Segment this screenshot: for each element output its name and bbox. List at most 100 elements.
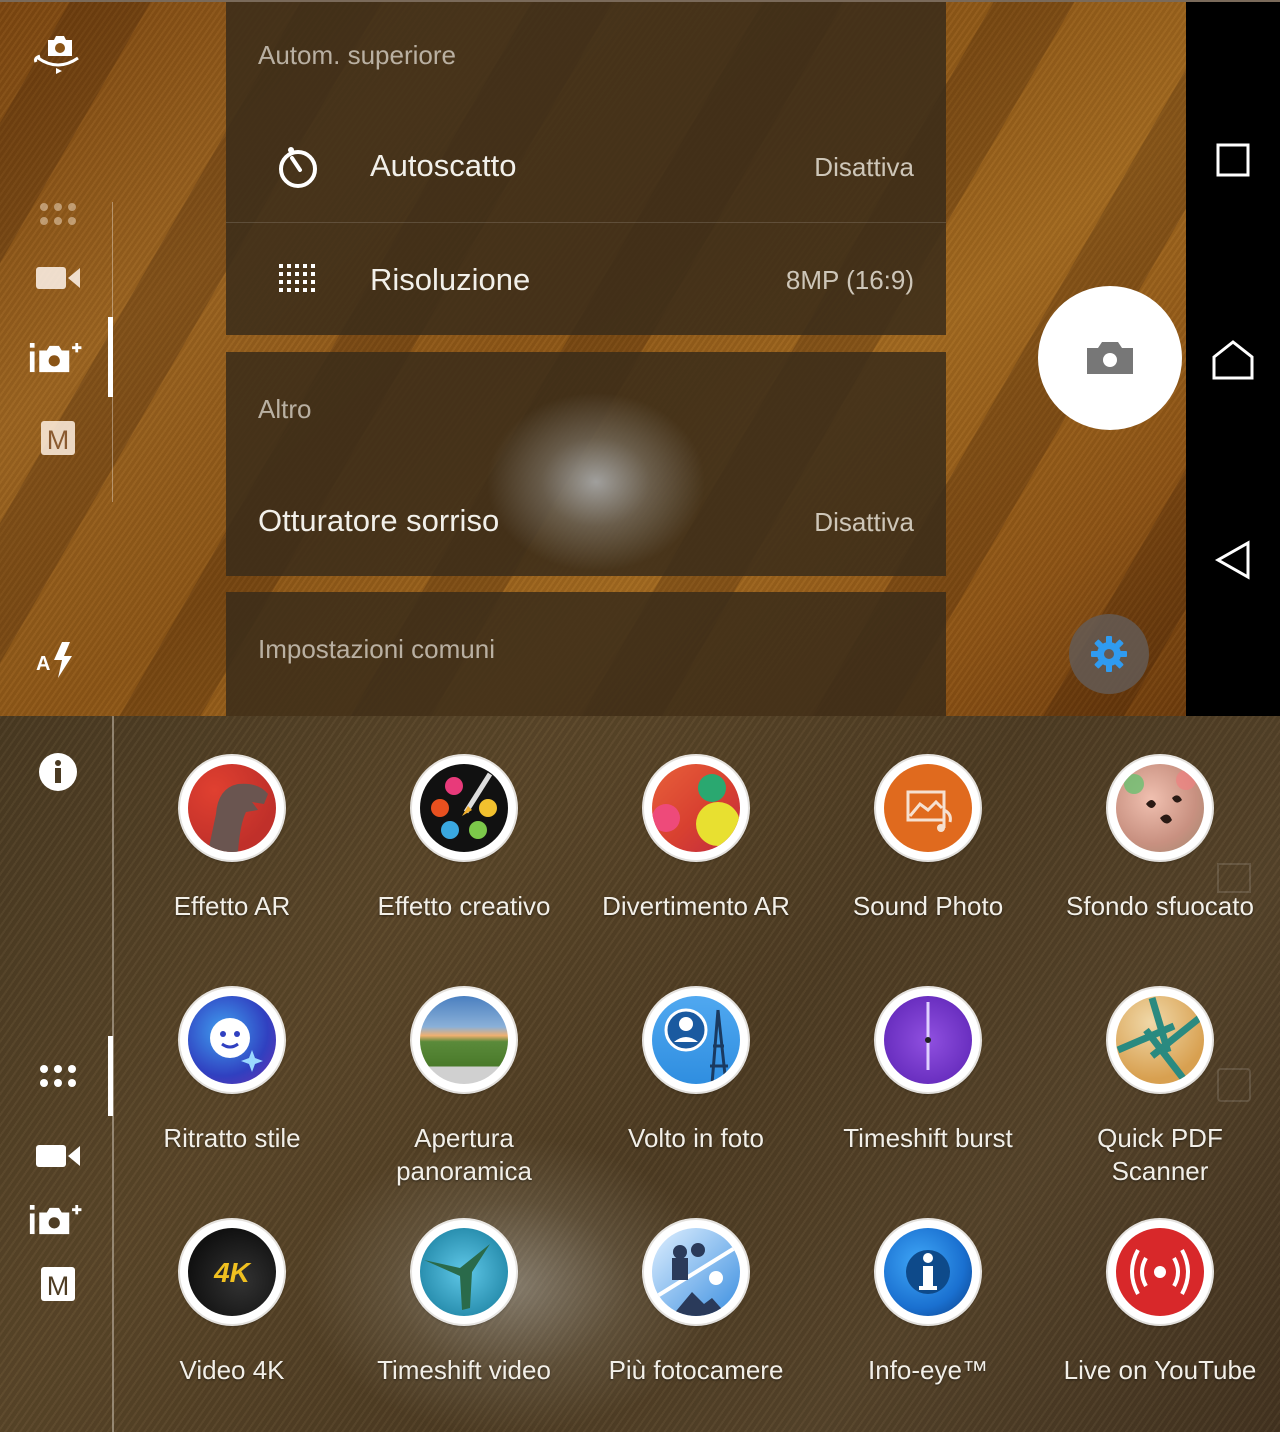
camera-app-sound-photo[interactable]: Sound Photo (812, 756, 1044, 923)
app-grid-button[interactable] (28, 1054, 88, 1098)
background-defocus-icon (1108, 756, 1212, 860)
settings-section-common[interactable]: Impostazioni comuni (226, 592, 946, 716)
flash-auto-button[interactable]: A (28, 638, 88, 682)
app-label: Video 4K (179, 1355, 285, 1385)
app-icon-artwork (652, 1228, 740, 1316)
app-label: Divertimento AR (602, 891, 790, 921)
video-icon (36, 267, 80, 289)
recents-button[interactable] (1186, 125, 1280, 195)
app-label: Sound Photo (852, 891, 1004, 921)
camera-app-pi-fotocamere[interactable]: Più fotocamere (580, 1220, 812, 1387)
app-icon-artwork (1116, 1228, 1204, 1316)
manual-mode-icon: M (41, 421, 75, 455)
resolution-icon (274, 255, 322, 303)
settings-section-superior-auto: Autom. superiore Autoscatto Disattiva Ri… (226, 2, 946, 335)
app-label-line: Apertura (414, 1123, 514, 1153)
sweep-panorama-icon (412, 988, 516, 1092)
manual-mode-button[interactable]: M (28, 1262, 88, 1306)
setting-label: Autoscatto (370, 148, 517, 183)
app-grid-icon (40, 1065, 76, 1087)
camera-icon (1087, 342, 1133, 374)
setting-value: 8MP (16:9) (785, 265, 914, 295)
app-label: Ritratto stile (163, 1123, 301, 1153)
app-label: Apertura panoramica (396, 1122, 532, 1188)
app-label: Più fotocamere (608, 1355, 784, 1385)
camera-app-effetto-creativo[interactable]: Effetto creativo (348, 756, 580, 923)
superior-auto-mode-button[interactable] (28, 336, 88, 380)
svg-text:M: M (47, 1271, 70, 1301)
camera-app-divertimento-ar[interactable]: Divertimento AR (580, 756, 812, 923)
svg-text:4K: 4K (213, 1257, 252, 1288)
flash-auto-icon: A (36, 642, 72, 678)
app-grid-icon (40, 203, 76, 225)
superior-auto-mode-button[interactable] (28, 1198, 88, 1242)
camera-app-sfondo-sfuocato[interactable]: Sfondo sfuocato (1044, 756, 1276, 923)
app-icon-artwork (1116, 764, 1204, 852)
app-icon-artwork (884, 1228, 972, 1316)
section-title: Altro (258, 394, 312, 424)
app-grid-button[interactable] (28, 192, 88, 236)
app-label: Effetto AR (173, 891, 291, 921)
setting-label: Risoluzione (370, 262, 531, 297)
app-label: Info-eye™ (868, 1355, 988, 1385)
recents-icon (1216, 143, 1250, 177)
app-icon-artwork (884, 764, 972, 852)
superior-auto-icon (29, 1205, 82, 1235)
switch-camera-button[interactable] (28, 32, 88, 76)
camera-app-ritratto-stile[interactable]: Ritratto stile (116, 988, 348, 1155)
settings-section-other: Altro Otturatore sorriso Disattiva (226, 352, 946, 576)
camera-app-timeshift-video[interactable]: Timeshift video (348, 1220, 580, 1387)
home-icon (1212, 340, 1254, 380)
app-icon-artwork (420, 764, 508, 852)
app-label-line: Quick PDF (1097, 1123, 1223, 1153)
app-label: Volto in foto (628, 1123, 764, 1153)
svg-text:M: M (47, 425, 70, 455)
app-icon-artwork (1116, 996, 1204, 1084)
camera-app-live-on-youtube[interactable]: Live on YouTube (1044, 1220, 1276, 1387)
home-button[interactable] (1186, 325, 1280, 395)
section-title: Impostazioni comuni (258, 634, 495, 664)
camera-app-video-4k[interactable]: 4K Video 4K (116, 1220, 348, 1387)
shutter-button[interactable] (1038, 286, 1182, 430)
camera-app-timeshift-burst[interactable]: Timeshift burst (812, 988, 1044, 1155)
back-button[interactable] (1186, 525, 1280, 595)
superior-auto-icon (29, 343, 82, 373)
camera-app-volto-in-foto[interactable]: Volto in foto (580, 988, 812, 1155)
self-timer-icon (274, 143, 322, 191)
camera-app-effetto-ar[interactable]: Effetto AR (116, 756, 348, 923)
video-4k-icon: 4K (180, 1220, 284, 1324)
manual-mode-button[interactable]: M (28, 416, 88, 460)
setting-row-self-timer[interactable]: Autoscatto Disattiva (226, 112, 946, 222)
video-mode-button[interactable] (28, 256, 88, 300)
svg-text:A: A (36, 653, 50, 675)
app-icon-artwork (188, 764, 276, 852)
video-mode-button[interactable] (28, 1134, 88, 1178)
mode-rail: M A (0, 2, 115, 716)
info-button[interactable] (28, 750, 88, 794)
camera-app-info-eye[interactable]: Info-eye™ (812, 1220, 1044, 1387)
app-label: Sfondo sfuocato (1066, 891, 1254, 921)
setting-row-smile-shutter[interactable]: Otturatore sorriso Disattiva (226, 472, 946, 576)
pdf-scanner-aperture-icon (1108, 988, 1212, 1092)
app-label: Effetto creativo (377, 891, 551, 921)
system-nav-bar (1186, 2, 1280, 716)
multi-camera-icon (644, 1220, 748, 1324)
settings-button[interactable] (1069, 614, 1149, 694)
camera-viewfinder-screen: M A Autom. superiore Autoscatto Disattiv… (0, 0, 1280, 716)
app-label-line: panoramica (396, 1156, 532, 1186)
back-icon (1214, 540, 1250, 580)
app-icon-artwork (420, 1228, 508, 1316)
setting-value: Disattiva (814, 507, 914, 537)
app-icon-artwork: 4K (188, 1228, 276, 1316)
setting-row-resolution[interactable]: Risoluzione 8MP (16:9) (226, 223, 946, 335)
camera-app-quick-pdf-scanner[interactable]: Quick PDF Scanner (1044, 988, 1276, 1188)
camera-app-apertura-panoramica[interactable]: Apertura panoramica (348, 988, 580, 1188)
app-label: Timeshift burst (843, 1123, 1013, 1153)
info-icon (39, 753, 77, 791)
camera-apps-grid: Effetto AR Effetto creativo Divertimento… (116, 716, 1280, 1432)
sound-photo-icon (876, 756, 980, 860)
app-icon-artwork (188, 996, 276, 1084)
face-in-picture-icon (644, 988, 748, 1092)
timeshift-burst-icon (876, 988, 980, 1092)
ar-effect-dinosaur-icon (180, 756, 284, 860)
